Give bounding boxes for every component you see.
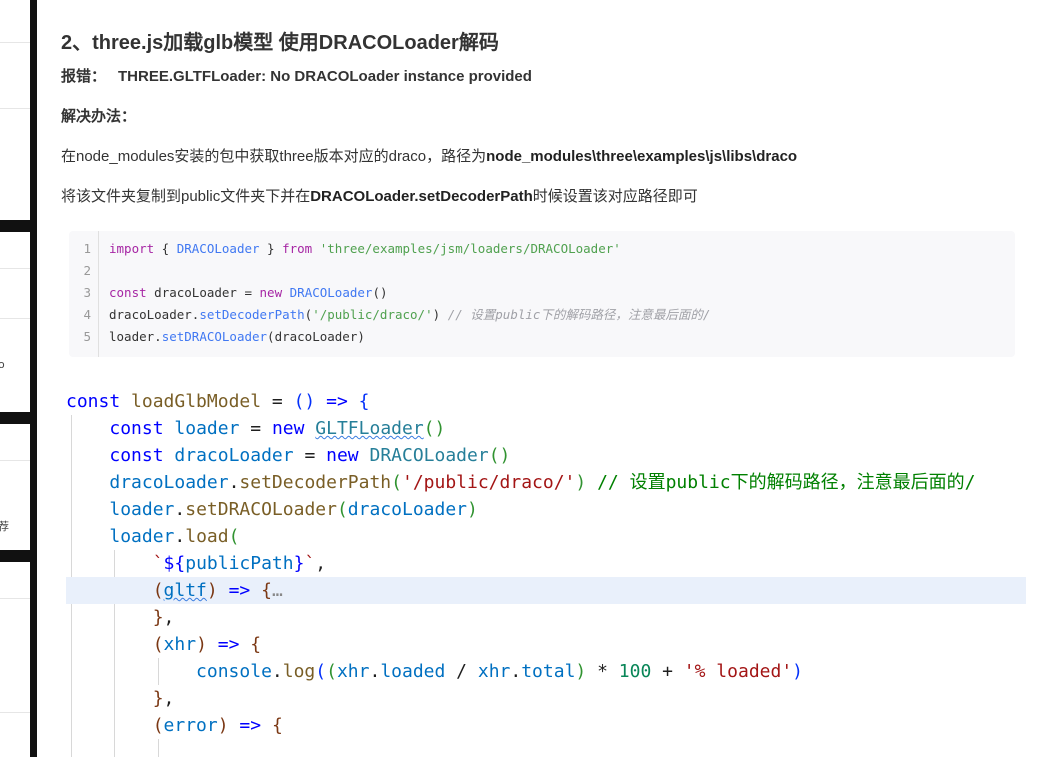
sidebar-fragment: 荐 [0,520,9,533]
left-sidebar: o 荐 [0,0,37,757]
code-line: }, [152,607,175,628]
code-line: 3 const dracoLoader = new DRACOLoader() [69,282,1015,304]
sidebar-gap [0,550,30,562]
code-line: const dracoLoader = new DRACOLoader() [109,445,511,466]
code-text: const dracoLoader = new DRACOLoader() [109,285,388,300]
sidebar-gap [0,220,30,232]
error-label: 报错： [61,68,107,85]
code-line: const loadGlbModel = () => { [66,391,370,412]
paragraph-draco-path: 在node_modules安装的包中获取three版本对应的draco，路径为n… [61,145,797,166]
line-number: 5 [83,329,91,344]
gutter-divider [98,231,99,357]
line-number: 1 [83,241,91,256]
code-line: 1 import { DRACOLoader } from 'three/exa… [69,238,1015,260]
sidebar-gap [0,412,30,424]
code-line: dracoLoader.setDecoderPath('/public/drac… [109,472,976,493]
code-line: console.log((xhr.loaded / xhr.total) * 1… [196,661,804,682]
code-line: 5 loader.setDRACOLoader(dracoLoader) [69,326,1015,348]
solution-heading: 解决办法： [61,108,137,125]
code-line: loader.load( [109,526,240,547]
code-text: loader.setDRACOLoader(dracoLoader) [109,329,365,344]
indent-guide [158,739,159,757]
sidebar-divider [30,0,37,757]
code-line: const loader = new GLTFLoader() [109,418,446,439]
code-line: }, [152,688,175,709]
article-heading: 2、three.js加载glb模型 使用DRACOLoader解码 [61,32,499,54]
code-screenshot: const loadGlbModel = () => { const loade… [66,388,1026,757]
paragraph-text: 将该文件夹复制到public文件夹下并在 [61,188,311,205]
sidebar-separator [0,598,30,599]
sidebar-separator [0,712,30,713]
code-line: `${publicPath}`, [152,553,327,574]
paragraph-text: 时候设置该对应路径即可 [532,188,698,205]
paragraph-text: 在node_modules安装的包中获取three版本对应的draco，路径为 [61,148,487,165]
line-number: 2 [83,263,91,278]
sidebar-separator [0,108,30,109]
line-number: 4 [83,307,91,322]
sidebar-fragment: o [0,358,5,371]
code-block[interactable]: 1 import { DRACOLoader } from 'three/exa… [69,231,1015,357]
code-line-highlighted: (gltf) => {… [66,577,1026,604]
code-line: 4 dracoLoader.setDecoderPath('/public/dr… [69,304,1015,326]
code-line: (xhr) => { [152,634,262,655]
sidebar-separator [0,318,30,319]
method-name: DRACOLoader.setDecoderPath [310,188,533,205]
error-message: THREE.GLTFLoader: No DRACOLoader instanc… [118,68,532,85]
paragraph-copy-instructions: 将该文件夹复制到public文件夹下并在DRACOLoader.setDecod… [61,185,698,206]
draco-path: node_modules\three\examples\js\libs\drac… [486,148,798,165]
code-line: (error) => { [152,715,283,736]
sidebar-separator [0,42,30,43]
line-number: 3 [83,285,91,300]
code-text: dracoLoader.setDecoderPath('/public/drac… [109,307,711,322]
sidebar-separator [0,460,30,461]
error-line: 报错： THREE.GLTFLoader: No DRACOLoader inst… [61,65,532,86]
code-line: 2 [69,260,1015,282]
code-line: loader.setDRACOLoader(dracoLoader) [109,499,478,520]
sidebar-separator [0,268,30,269]
code-text: import { DRACOLoader } from 'three/examp… [109,241,621,256]
